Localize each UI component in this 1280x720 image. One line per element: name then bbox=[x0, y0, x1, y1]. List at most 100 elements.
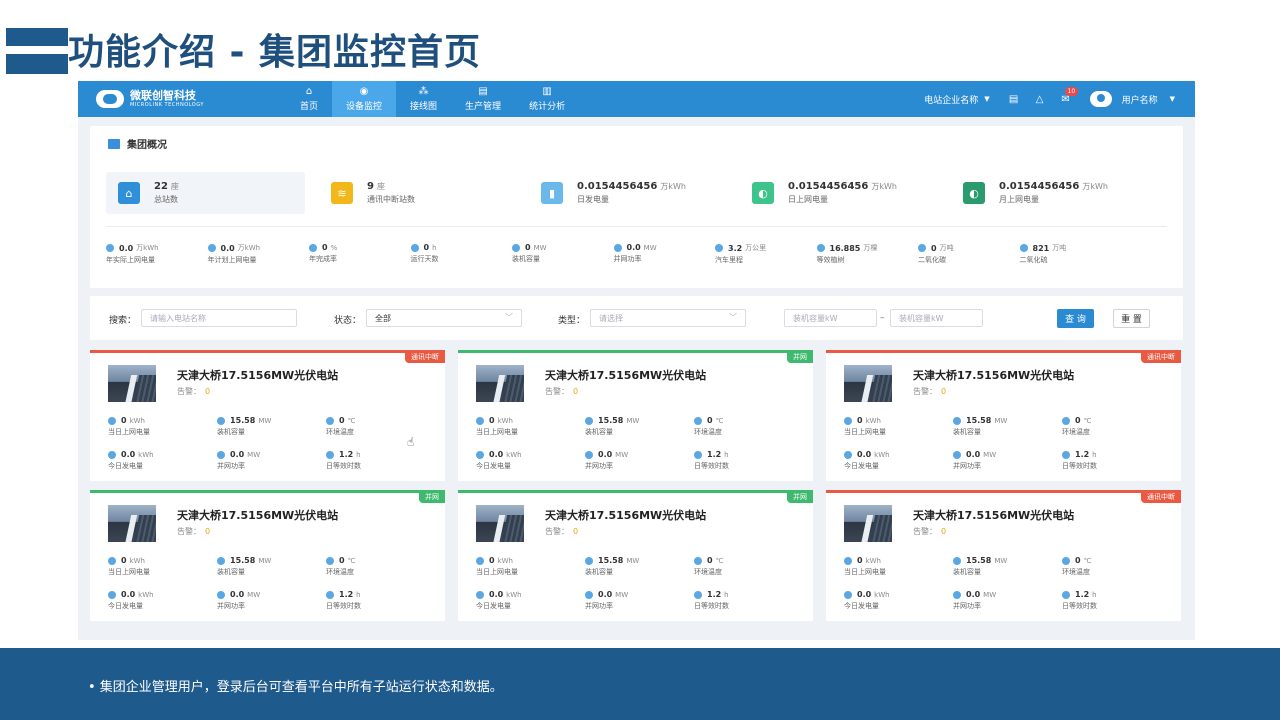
caret-down-icon[interactable]: ▼ bbox=[1170, 95, 1175, 103]
station-name[interactable]: 天津大桥17.5156MW光伏电站 bbox=[177, 367, 338, 383]
dot-icon bbox=[108, 450, 116, 459]
station-stat-label: 环境温度 bbox=[326, 428, 354, 436]
type-label: 类型： bbox=[558, 316, 586, 326]
station-card[interactable]: 并网 天津大桥17.5156MW光伏电站 告警： 0 0 kWh 当日上网电量 15.58 MW… bbox=[458, 350, 813, 481]
station-stat: 1.2 h 日等效时数 bbox=[326, 450, 361, 471]
stat-text: 9 座通讯中断站数 bbox=[367, 181, 415, 205]
capacity-max-input[interactable]: 装机容量kW bbox=[890, 309, 983, 327]
nav-item-1[interactable]: ◉ 设备监控 bbox=[332, 81, 397, 117]
user-name[interactable]: 用户名称 bbox=[1122, 93, 1158, 106]
status-badge: 通讯中断 bbox=[405, 352, 445, 363]
type-select-placeholder: 请选择 bbox=[599, 314, 623, 323]
station-stat-label: 环境温度 bbox=[694, 568, 722, 576]
station-stat-unit: kWh bbox=[506, 590, 522, 599]
panel-title-text: 集团概况 bbox=[127, 140, 167, 151]
station-stat-row: 0.0 MW bbox=[585, 450, 628, 459]
station-card[interactable]: 通讯中断 天津大桥17.5156MW光伏电站 告警： 0 0 kWh 当日上网电量 15.58… bbox=[90, 350, 445, 481]
avatar[interactable] bbox=[1089, 91, 1112, 107]
station-stat-row: 0.0 kWh bbox=[476, 590, 522, 599]
station-name[interactable]: 天津大桥17.5156MW光伏电站 bbox=[545, 367, 706, 383]
station-thumbnail bbox=[476, 505, 524, 542]
capacity-min-input[interactable]: 装机容量kW bbox=[784, 309, 877, 327]
nav-item-label: 设备监控 bbox=[346, 102, 383, 112]
station-card[interactable]: 并网 天津大桥17.5156MW光伏电站 告警： 0 0 kWh 当日上网电量 15.58 MW… bbox=[458, 490, 813, 621]
company-selector[interactable]: 电站企业名称 ▼ bbox=[924, 93, 989, 106]
station-stat-row: 0 ℃ bbox=[694, 556, 723, 565]
grid-energy-icon: ◐ bbox=[963, 182, 985, 204]
nav-item-2[interactable]: ⁂ 接线图 bbox=[396, 81, 451, 117]
mini-stat-value: 0 bbox=[931, 243, 937, 253]
stat-number: 0.0154456456 bbox=[999, 181, 1080, 192]
station-stat-value: 0.0 bbox=[489, 590, 504, 599]
dot-icon bbox=[715, 244, 723, 252]
bell-icon[interactable]: △ bbox=[1032, 94, 1048, 105]
mini-stat-value: 0.0 bbox=[626, 243, 641, 252]
dot-icon bbox=[953, 416, 961, 425]
station-stat: 1.2 h 日等效时数 bbox=[1062, 590, 1097, 611]
station-thumbnail bbox=[844, 505, 892, 542]
station-stat-row: 0.0 MW bbox=[217, 590, 260, 599]
station-stat: 15.58 MW 装机容量 bbox=[585, 416, 639, 437]
station-stat-unit: MW bbox=[258, 416, 272, 425]
station-stat-label: 今日发电量 bbox=[476, 602, 511, 610]
dot-icon bbox=[953, 590, 961, 599]
station-card[interactable]: 通讯中断 天津大桥17.5156MW光伏电站 告警： 0 0 kWh 当日上网电量 15.58… bbox=[826, 350, 1181, 481]
message-icon[interactable]: ✉ 10 bbox=[1058, 86, 1079, 105]
station-stat-value: 15.58 bbox=[598, 416, 624, 425]
title-decoration bbox=[6, 28, 68, 46]
dot-icon bbox=[106, 244, 114, 252]
station-stat-unit: MW bbox=[247, 590, 261, 599]
station-name[interactable]: 天津大桥17.5156MW光伏电站 bbox=[913, 507, 1074, 523]
nav-item-4[interactable]: ▥ 统计分析 bbox=[515, 81, 579, 117]
top-navbar: 微联创智科技 MICROLINK TECHNOLOGY ⌂ 首页 ◉ 设备监控 ⁂ 接线图… bbox=[78, 81, 1195, 117]
stat-label: 日上网电量 bbox=[788, 195, 828, 204]
station-stat-value: 15.58 bbox=[598, 556, 624, 565]
station-stat: 15.58 MW 装机容量 bbox=[953, 416, 1007, 437]
dot-icon bbox=[326, 556, 334, 565]
nav-item-label: 首页 bbox=[300, 102, 319, 112]
station-name[interactable]: 天津大桥17.5156MW光伏电站 bbox=[913, 367, 1074, 383]
dot-icon bbox=[844, 556, 852, 565]
chart-icon: ▥ bbox=[542, 86, 552, 97]
station-name[interactable]: 天津大桥17.5156MW光伏电站 bbox=[177, 507, 338, 523]
stat-label: 总站数 bbox=[154, 195, 178, 204]
search-input[interactable]: 请输入电站名称 bbox=[141, 309, 297, 327]
nav-item-0[interactable]: ⌂ 首页 bbox=[286, 81, 332, 117]
dot-icon bbox=[844, 416, 852, 425]
status-select[interactable]: 全部 ﹀ bbox=[366, 309, 522, 327]
station-stat-unit: kWh bbox=[497, 416, 513, 425]
station-stat-value: 0 bbox=[489, 416, 495, 425]
monitor-icon: ◉ bbox=[359, 86, 369, 97]
home-icon: ⌂ bbox=[305, 86, 313, 97]
status-badge: 通讯中断 bbox=[1141, 352, 1181, 363]
mini-stat: 16.885 万棵 等效植树 bbox=[816, 243, 917, 265]
wiring-icon: ⁂ bbox=[418, 86, 429, 97]
station-card[interactable]: 并网 天津大桥17.5156MW光伏电站 告警： 0 0 kWh 当日上网电量 15.58 MW… bbox=[90, 490, 445, 621]
stat-value: 0.0154456456 万kWh bbox=[577, 181, 686, 192]
station-stat: 0 kWh 当日上网电量 bbox=[476, 556, 518, 577]
station-stat-label: 日等效时数 bbox=[694, 602, 729, 610]
station-card[interactable]: 通讯中断 天津大桥17.5156MW光伏电站 告警： 0 0 kWh 当日上网电量 15.58… bbox=[826, 490, 1181, 621]
document-icon[interactable]: ▤ bbox=[1006, 94, 1022, 105]
mini-stat-unit: 万棵 bbox=[863, 244, 878, 252]
query-button[interactable]: 查 询 bbox=[1057, 309, 1094, 328]
brand-logo[interactable]: 微联创智科技 MICROLINK TECHNOLOGY bbox=[96, 90, 286, 108]
production-icon: ▤ bbox=[478, 86, 488, 97]
station-stat-value: 0.0 bbox=[857, 590, 872, 599]
station-stat-row: 0 ℃ bbox=[326, 556, 355, 565]
stat-unit: 万kWh bbox=[1082, 182, 1108, 191]
type-select[interactable]: 请选择 ﹀ bbox=[590, 309, 746, 327]
station-stat: 0 kWh 当日上网电量 bbox=[108, 416, 150, 437]
reset-button[interactable]: 重 置 bbox=[1113, 309, 1150, 328]
alarm-row: 告警： 0 bbox=[913, 386, 946, 397]
station-stat-value: 0.0 bbox=[121, 590, 136, 599]
station-stat: 0.0 MW 并网功率 bbox=[585, 450, 628, 471]
dot-icon bbox=[694, 556, 702, 565]
station-stat-row: 1.2 h bbox=[694, 450, 729, 459]
nav-item-3[interactable]: ▤ 生产管理 bbox=[451, 81, 515, 117]
dot-icon bbox=[585, 416, 593, 425]
station-stat: 0 ℃ 环境温度 bbox=[1062, 416, 1091, 437]
station-name[interactable]: 天津大桥17.5156MW光伏电站 bbox=[545, 507, 706, 523]
status-badge: 并网 bbox=[787, 492, 813, 503]
station-stat-unit: MW bbox=[983, 450, 997, 459]
